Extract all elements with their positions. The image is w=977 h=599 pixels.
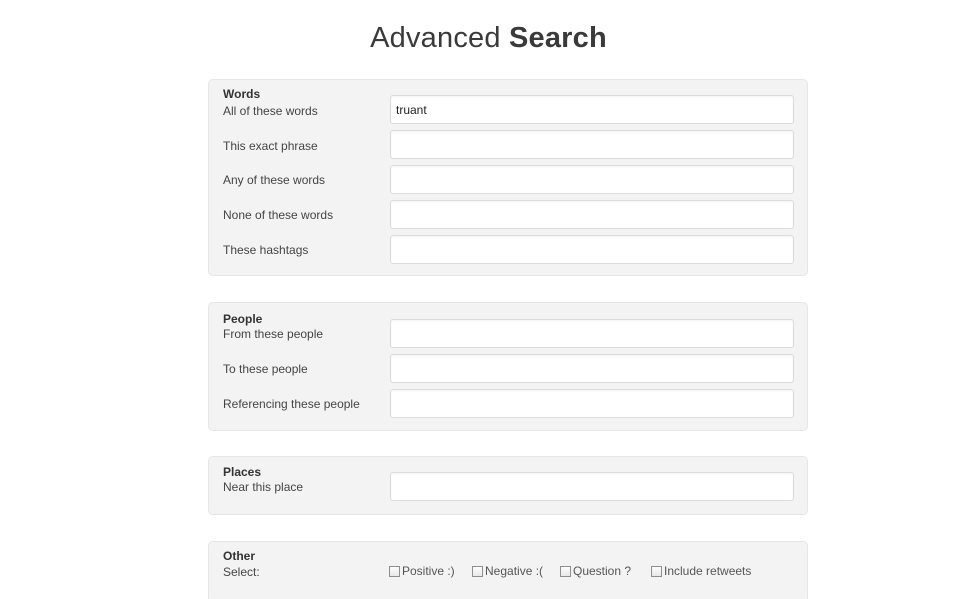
all-words-row: All of these words bbox=[209, 95, 809, 125]
to-people-row: To these people bbox=[209, 354, 809, 384]
include-retweets-label: Include retweets bbox=[664, 564, 752, 578]
exact-phrase-label: This exact phrase bbox=[223, 139, 318, 153]
negative-checkbox[interactable] bbox=[472, 565, 483, 577]
near-place-label: Near this place bbox=[223, 480, 304, 494]
hashtags-label: These hashtags bbox=[223, 243, 309, 257]
words-section: Words All of these words This exact phra… bbox=[208, 79, 808, 276]
question-label: Question ? bbox=[573, 564, 632, 578]
hashtags-row: These hashtags bbox=[209, 235, 809, 265]
none-words-label: None of these words bbox=[223, 208, 334, 222]
negative-label: Negative :( bbox=[485, 564, 544, 578]
positive-option[interactable]: Positive :) bbox=[389, 564, 455, 578]
all-words-label: All of these words bbox=[223, 104, 318, 118]
all-words-input[interactable] bbox=[390, 95, 794, 124]
places-section: Places Near this place bbox=[208, 456, 808, 515]
from-people-input[interactable] bbox=[390, 319, 794, 348]
question-checkbox[interactable] bbox=[560, 565, 571, 577]
page-title-bold: Search bbox=[508, 22, 607, 54]
other-heading: Other bbox=[223, 549, 256, 563]
page-title-light: Advanced bbox=[370, 22, 501, 54]
include-retweets-option[interactable]: Include retweets bbox=[651, 564, 751, 578]
positive-label: Positive :) bbox=[402, 564, 455, 578]
include-retweets-checkbox[interactable] bbox=[651, 565, 662, 577]
to-people-input[interactable] bbox=[390, 354, 794, 383]
near-place-input[interactable] bbox=[390, 472, 794, 501]
referencing-people-input[interactable] bbox=[390, 389, 794, 418]
to-people-label: To these people bbox=[223, 362, 308, 376]
none-words-row: None of these words bbox=[209, 200, 809, 230]
referencing-people-row: Referencing these people bbox=[209, 389, 809, 419]
people-section: People From these people To these people… bbox=[208, 302, 808, 431]
any-words-label: Any of these words bbox=[223, 173, 326, 187]
exact-phrase-row: This exact phrase bbox=[209, 130, 809, 160]
hashtags-input[interactable] bbox=[390, 235, 794, 264]
advanced-search-page: Advanced Search Words All of these words… bbox=[0, 0, 977, 599]
any-words-row: Any of these words bbox=[209, 165, 809, 195]
referencing-people-label: Referencing these people bbox=[223, 397, 360, 411]
any-words-input[interactable] bbox=[390, 165, 794, 194]
none-words-input[interactable] bbox=[390, 200, 794, 229]
question-option[interactable]: Question ? bbox=[560, 564, 631, 578]
from-people-label: From these people bbox=[223, 327, 324, 341]
positive-checkbox[interactable] bbox=[389, 565, 400, 577]
page-title: Advanced Search bbox=[0, 22, 977, 55]
exact-phrase-input[interactable] bbox=[390, 130, 794, 159]
from-people-row: From these people bbox=[209, 319, 809, 349]
near-place-row: Near this place bbox=[209, 472, 809, 502]
select-label: Select: bbox=[223, 565, 260, 579]
other-section: Other Select: Positive :) Negative :( Qu… bbox=[208, 541, 808, 599]
negative-option[interactable]: Negative :( bbox=[472, 564, 543, 578]
